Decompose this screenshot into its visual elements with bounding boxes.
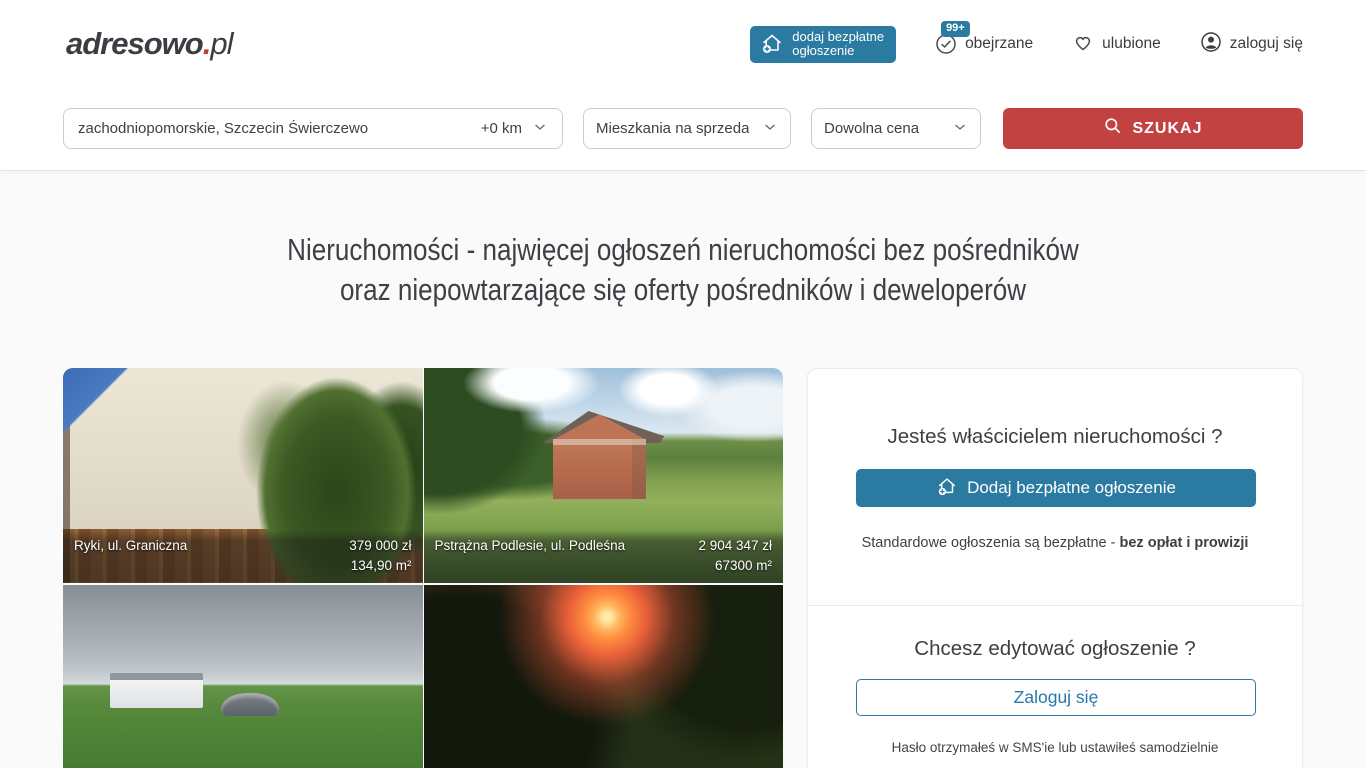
property-type-select[interactable]: Mieszkania na sprzeda (583, 108, 791, 149)
logo-tld: pl (210, 26, 232, 61)
listing-overlay: Pstrążna Podlesie, ul. Podleśna 2 904 34… (424, 530, 784, 583)
login-button-label: Zaloguj się (1014, 687, 1099, 708)
chevron-down-icon (952, 119, 968, 139)
radius-value[interactable]: +0 km (481, 120, 522, 137)
logo-name: adresowo (66, 26, 203, 61)
header-actions: dodaj bezpłatne ogłoszenie 99+ obejrzane (750, 0, 1303, 88)
owner-note: Standardowe ogłoszenia są bezpłatne - be… (808, 535, 1302, 551)
listing-price: 2 904 347 zł (698, 536, 772, 556)
listing-address: Ryki, ul. Graniczna (74, 536, 349, 556)
login-button[interactable]: Zaloguj się (856, 679, 1256, 716)
header: adresowo.pl dodaj bezpłatne ogłoszenie (0, 0, 1366, 171)
check-circle-icon: 99+ (934, 32, 958, 56)
location-value: zachodniopomorskie, Szczecin Świerczewo (78, 120, 481, 137)
login-link[interactable]: zaloguj się (1199, 30, 1303, 59)
sidebar-panel: Jesteś właścicielem nieruchomości ? Doda… (807, 368, 1303, 768)
chevron-down-icon (762, 119, 778, 139)
listing-area: 67300 m² (698, 556, 772, 576)
search-button-label: SZUKAJ (1132, 120, 1202, 138)
search-icon (1103, 116, 1123, 141)
page: adresowo.pl dodaj bezpłatne ogłoszenie (0, 0, 1366, 768)
add-listing-label: dodaj bezpłatne ogłoszenie (792, 30, 884, 59)
location-input[interactable]: zachodniopomorskie, Szczecin Świerczewo … (63, 108, 563, 149)
listing-overlay: Ryki, ul. Graniczna 379 000 zł 134,90 m² (63, 530, 423, 583)
listing-card[interactable]: Kliniska Wielkie, Pogodna 369 000 zł (63, 585, 423, 768)
edit-note: Hasło otrzymałeś w SMS'ie lub ustawiłeś … (808, 740, 1302, 755)
listing-card[interactable]: Warszawa Białołęka, ul. 735 000 zł (424, 585, 784, 768)
price-value: Dowolna cena (824, 120, 919, 137)
listing-meta: 379 000 zł 134,90 m² (349, 536, 411, 576)
listing-address: Pstrążna Podlesie, ul. Podleśna (435, 536, 699, 556)
property-type-value: Mieszkania na sprzeda (596, 120, 749, 137)
add-listing-button[interactable]: dodaj bezpłatne ogłoszenie (750, 26, 896, 63)
listing-meta: 2 904 347 zł 67300 m² (698, 536, 772, 576)
login-label: zaloguj się (1230, 35, 1303, 53)
heart-icon (1071, 30, 1095, 59)
favorites-link[interactable]: ulubione (1071, 30, 1161, 59)
house-plus-icon (760, 31, 784, 58)
listings-grid: Ryki, ul. Graniczna 379 000 zł 134,90 m²… (63, 368, 783, 768)
viewed-link[interactable]: 99+ obejrzane (934, 32, 1033, 56)
user-circle-icon (1199, 30, 1223, 59)
viewed-label: obejrzane (965, 35, 1033, 53)
logo[interactable]: adresowo.pl (66, 26, 232, 62)
main-content: Nieruchomości - najwięcej ogłoszeń nieru… (0, 172, 1366, 768)
listing-price: 379 000 zł (349, 536, 411, 556)
listing-card[interactable]: Pstrążna Podlesie, ul. Podleśna 2 904 34… (424, 368, 784, 583)
house-plus-icon (936, 475, 958, 502)
owner-heading: Jesteś właścicielem nieruchomości ? (808, 369, 1302, 449)
listing-card[interactable]: Ryki, ul. Graniczna 379 000 zł 134,90 m² (63, 368, 423, 583)
page-title: Nieruchomości - najwięcej ogłoszeń nieru… (109, 230, 1256, 310)
price-select[interactable]: Dowolna cena (811, 108, 981, 149)
add-free-listing-button[interactable]: Dodaj bezpłatne ogłoszenie (856, 469, 1256, 507)
favorites-label: ulubione (1102, 35, 1161, 53)
add-free-listing-label: Dodaj bezpłatne ogłoszenie (967, 478, 1176, 498)
search-button[interactable]: SZUKAJ (1003, 108, 1303, 149)
listing-photo (63, 585, 423, 768)
edit-heading: Chcesz edytować ogłoszenie ? (808, 606, 1302, 661)
listing-area: 134,90 m² (349, 556, 411, 576)
chevron-down-icon (532, 119, 548, 139)
search-bar: zachodniopomorskie, Szczecin Świerczewo … (63, 108, 1303, 149)
listing-photo (424, 585, 784, 768)
viewed-count-badge: 99+ (941, 21, 970, 37)
